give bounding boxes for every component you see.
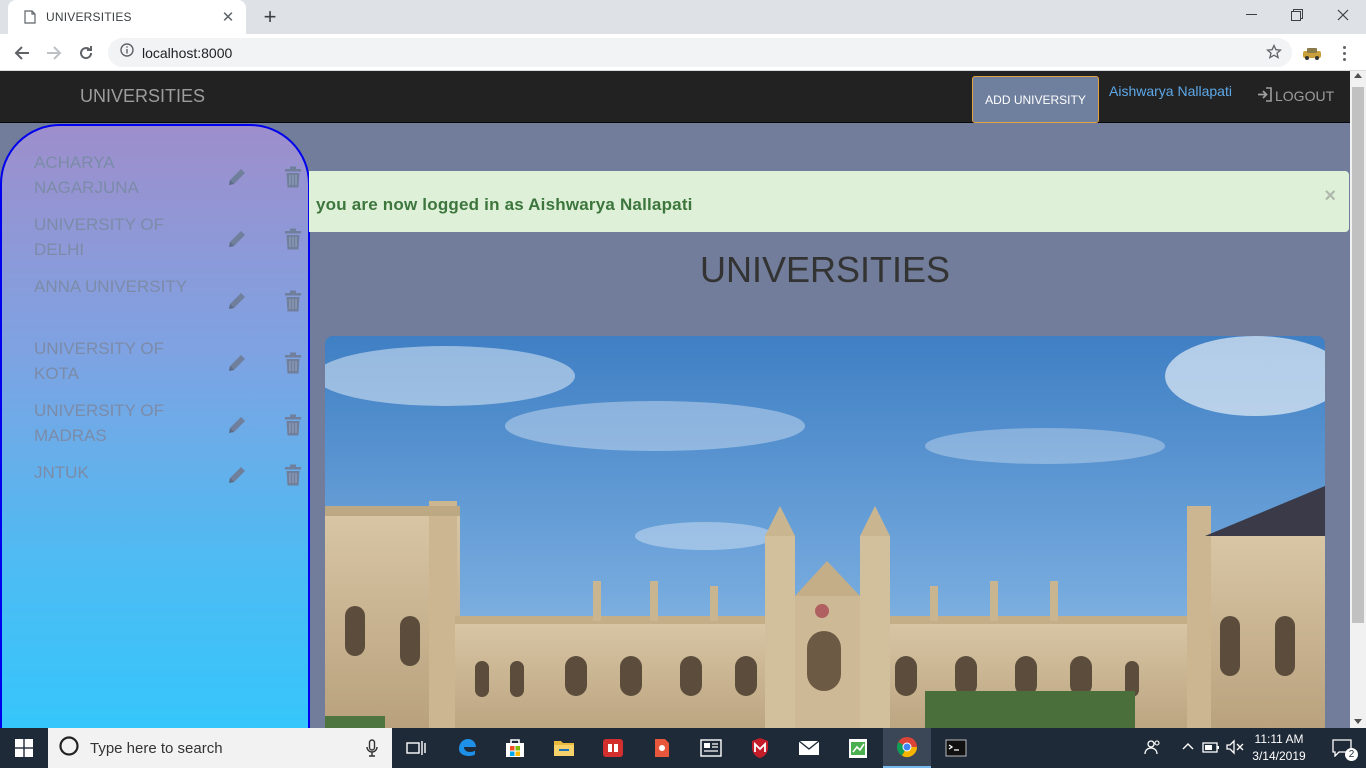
- search-placeholder: Type here to search: [90, 739, 223, 757]
- microphone-icon[interactable]: [366, 739, 378, 762]
- terminal-icon[interactable]: [932, 728, 980, 768]
- pencil-icon[interactable]: [226, 352, 248, 374]
- browser-toolbar: localhost:8000: [0, 34, 1366, 71]
- university-campus-image: [325, 336, 1325, 728]
- news-icon[interactable]: [687, 728, 735, 768]
- university-name[interactable]: JNTUK: [34, 460, 194, 485]
- back-icon[interactable]: [8, 39, 36, 67]
- pencil-icon[interactable]: [226, 166, 248, 188]
- page-viewport: UNIVERSITIES ADD UNIVERSITY Aishwarya Na…: [0, 71, 1366, 728]
- volume-muted-icon[interactable]: [1226, 739, 1244, 758]
- notification-count: 2: [1345, 748, 1358, 761]
- spreadsheet-app-icon[interactable]: [834, 728, 882, 768]
- university-name[interactable]: ACHARYA NAGARJUNA: [34, 150, 194, 200]
- university-name[interactable]: UNIVERSITY OF DELHI: [34, 212, 194, 262]
- tab-title: UNIVERSITIES: [46, 10, 132, 24]
- chrome-icon[interactable]: [883, 728, 931, 768]
- close-window-icon[interactable]: [1320, 0, 1366, 30]
- orange-app-icon[interactable]: [638, 728, 686, 768]
- trash-icon[interactable]: [284, 166, 302, 188]
- scroll-thumb[interactable]: [1352, 87, 1364, 623]
- file-explorer-icon[interactable]: [540, 728, 588, 768]
- extension-icon[interactable]: [1298, 39, 1326, 67]
- trash-icon[interactable]: [284, 228, 302, 250]
- taskbar-search[interactable]: Type here to search: [48, 728, 392, 768]
- trash-icon[interactable]: [284, 352, 302, 374]
- page-icon: [22, 9, 38, 25]
- university-name[interactable]: UNIVERSITY OF MADRAS: [34, 398, 194, 448]
- taskbar: Type here to search 11:11 AM 3/14/2019 2: [0, 728, 1366, 768]
- trash-icon[interactable]: [284, 464, 302, 486]
- trash-icon[interactable]: [284, 290, 302, 312]
- logout-link[interactable]: LOGOUT: [1257, 87, 1334, 105]
- close-tab-icon[interactable]: ✕: [220, 9, 236, 26]
- add-university-button[interactable]: ADD UNIVERSITY: [972, 76, 1099, 123]
- restore-icon[interactable]: [1274, 0, 1320, 30]
- bookmark-star-icon[interactable]: [1265, 43, 1283, 65]
- logout-label: LOGOUT: [1275, 88, 1335, 104]
- navbar-brand[interactable]: UNIVERSITIES: [80, 86, 205, 107]
- system-clock[interactable]: 11:11 AM 3/14/2019: [1246, 731, 1312, 765]
- scroll-up-icon[interactable]: [1354, 73, 1362, 78]
- battery-icon[interactable]: [1202, 739, 1220, 758]
- new-tab-icon[interactable]: +: [258, 4, 282, 29]
- pencil-icon[interactable]: [226, 228, 248, 250]
- url-text: localhost:8000: [142, 44, 233, 61]
- clock-time: 11:11 AM: [1254, 732, 1304, 746]
- pencil-icon[interactable]: [226, 290, 248, 312]
- page-scrollbar[interactable]: [1350, 71, 1366, 728]
- reload-icon[interactable]: [72, 39, 100, 67]
- people-icon[interactable]: [1144, 739, 1162, 758]
- forward-icon[interactable]: [40, 39, 68, 67]
- alert-message: you are now logged in as Aishwarya Nalla…: [316, 195, 693, 214]
- scroll-down-icon[interactable]: [1354, 719, 1362, 724]
- university-name[interactable]: ANNA UNIVERSITY: [34, 274, 194, 299]
- mcafee-icon[interactable]: [736, 728, 784, 768]
- clock-date: 3/14/2019: [1252, 749, 1306, 763]
- address-bar[interactable]: localhost:8000: [108, 38, 1292, 67]
- alert-close-icon[interactable]: ×: [1324, 185, 1336, 208]
- task-view-icon[interactable]: [392, 728, 440, 768]
- university-name[interactable]: UNIVERSITY OF KOTA: [34, 336, 194, 386]
- university-sidebar: ACHARYA NAGARJUNA UNIVERSITY OF DELHI AN…: [0, 124, 310, 728]
- mail-icon[interactable]: [785, 728, 833, 768]
- trash-icon[interactable]: [284, 414, 302, 436]
- chevron-up-icon[interactable]: [1182, 739, 1194, 758]
- notification-center-icon[interactable]: 2: [1318, 728, 1366, 768]
- pencil-icon[interactable]: [226, 414, 248, 436]
- cortana-icon: [58, 735, 80, 762]
- page-title: UNIVERSITIES: [699, 249, 951, 290]
- navbar: UNIVERSITIES ADD UNIVERSITY Aishwarya Na…: [0, 71, 1350, 123]
- user-link[interactable]: Aishwarya Nallapati: [1109, 83, 1232, 99]
- store-icon[interactable]: [491, 728, 539, 768]
- logout-icon: [1257, 87, 1273, 105]
- pencil-icon[interactable]: [226, 464, 248, 486]
- edge-icon[interactable]: [443, 728, 491, 768]
- login-alert: you are now logged in as Aishwarya Nalla…: [309, 171, 1349, 232]
- windows-start-icon[interactable]: [0, 728, 48, 768]
- chrome-menu-icon[interactable]: [1334, 39, 1354, 67]
- red-app-icon[interactable]: [589, 728, 637, 768]
- browser-tab[interactable]: UNIVERSITIES ✕: [8, 0, 246, 34]
- info-icon[interactable]: [120, 43, 134, 62]
- browser-tabstrip: UNIVERSITIES ✕ +: [0, 0, 1366, 34]
- minimize-icon[interactable]: [1228, 0, 1274, 30]
